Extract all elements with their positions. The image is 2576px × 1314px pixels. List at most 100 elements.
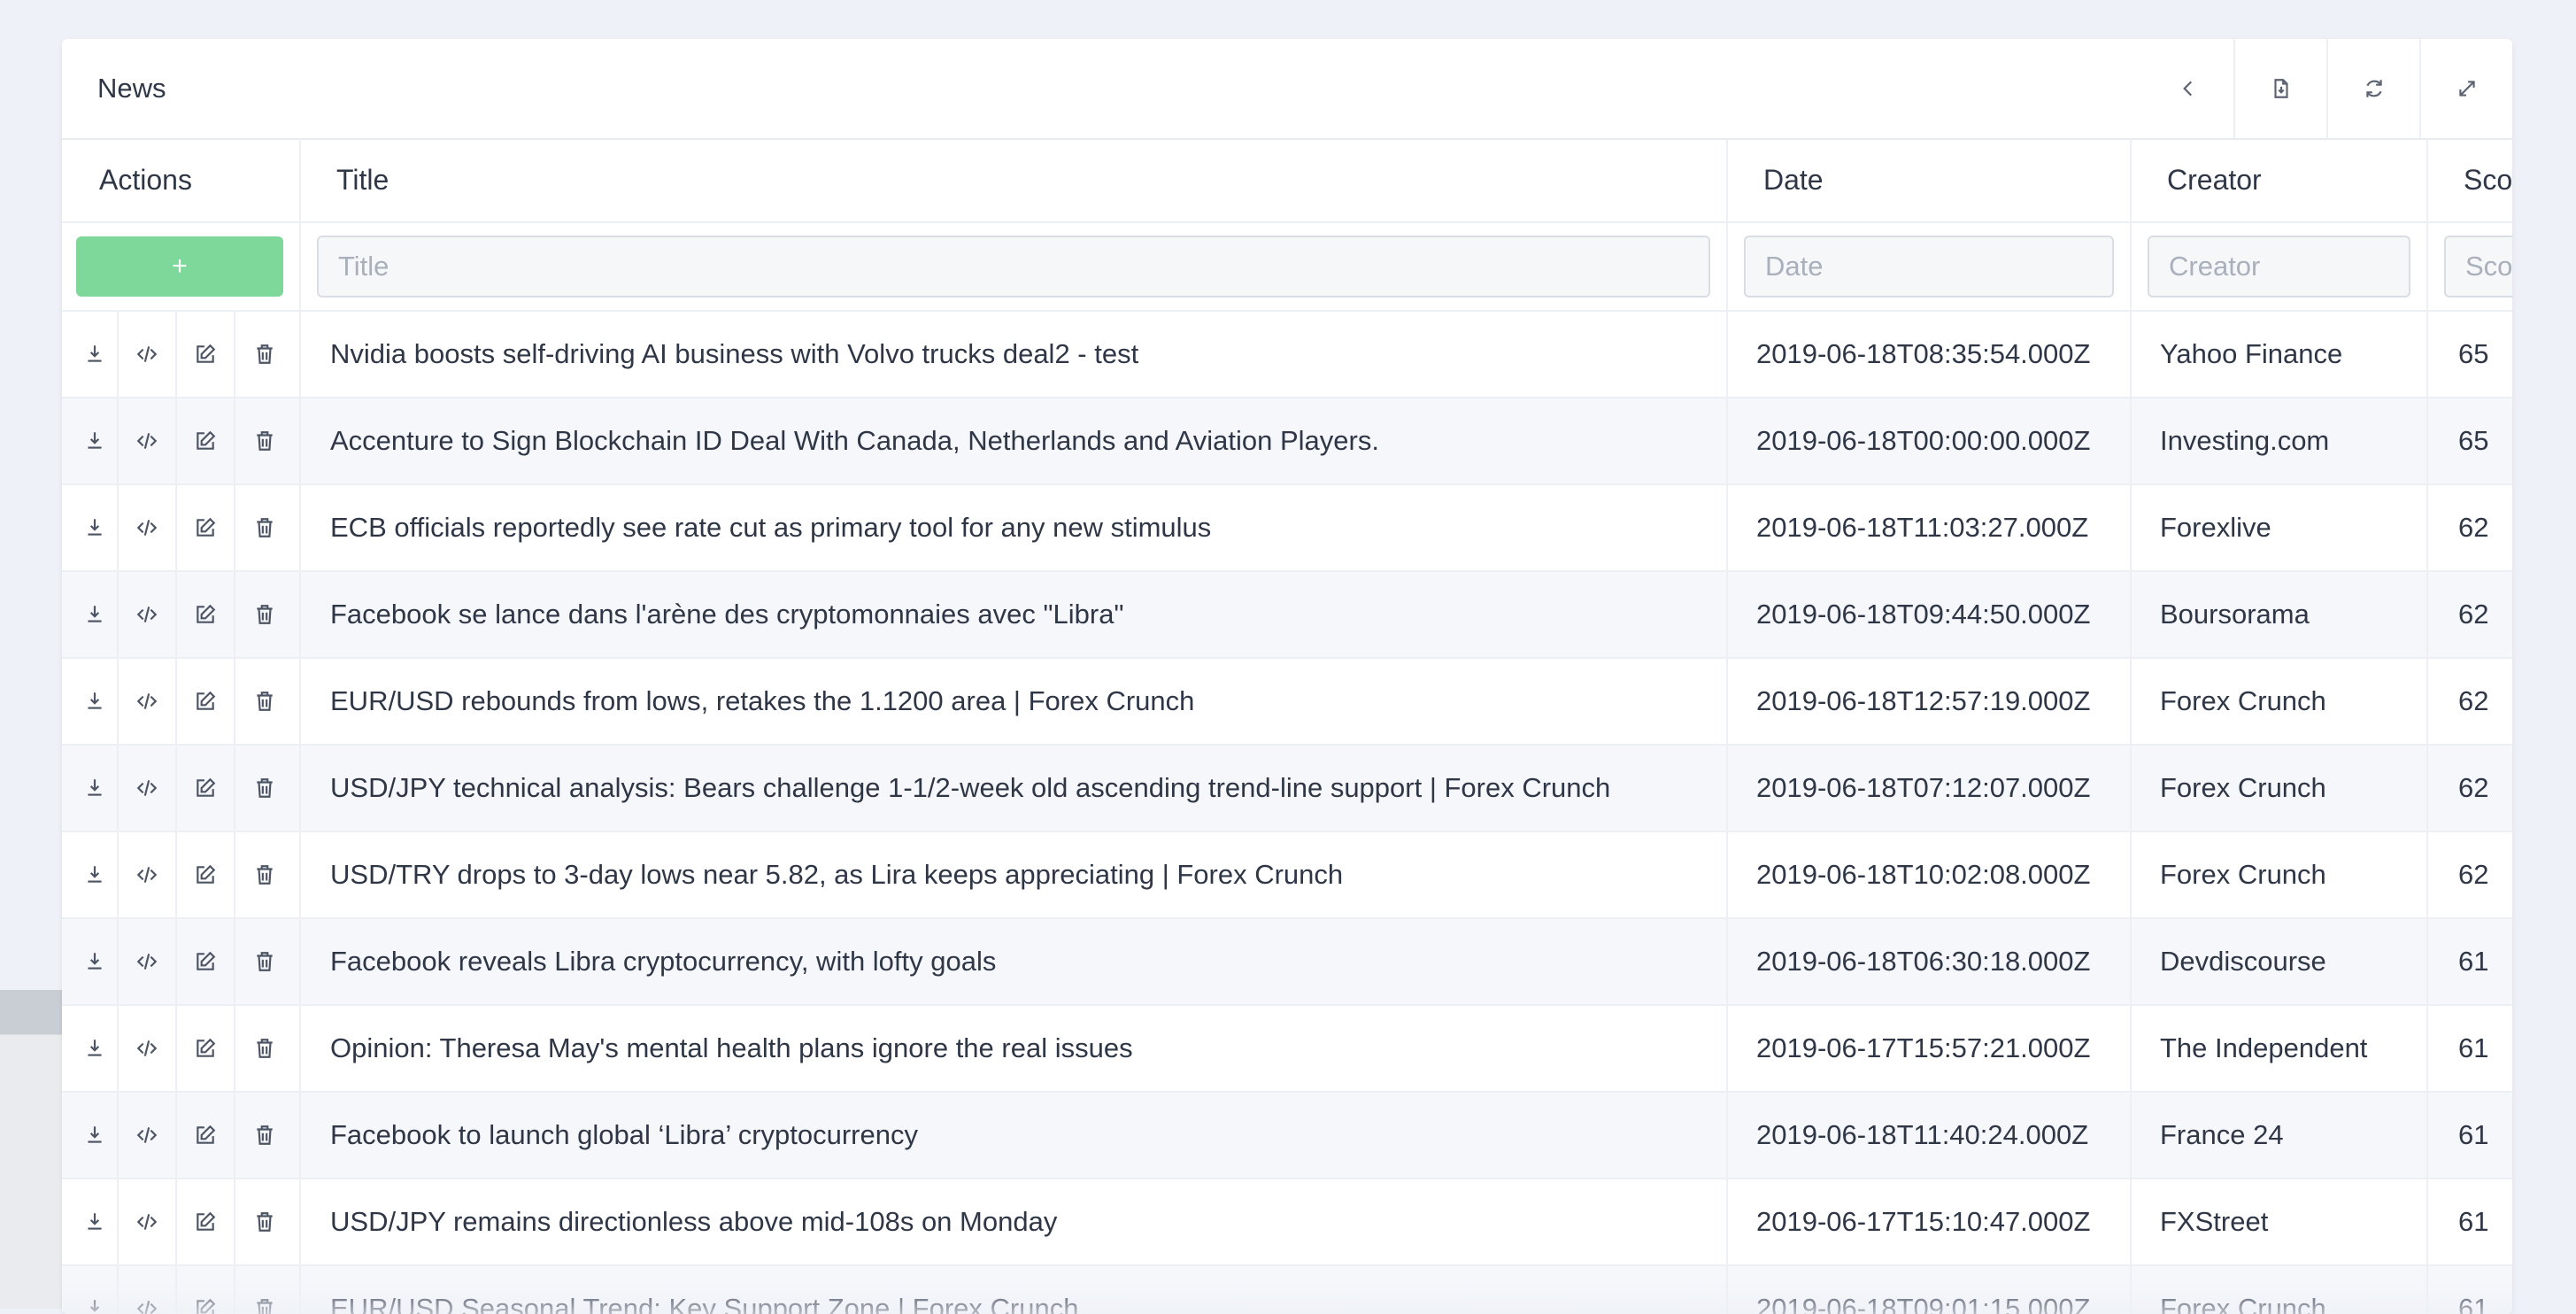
delete-button[interactable] xyxy=(235,1093,294,1178)
delete-button[interactable] xyxy=(235,659,294,744)
download-button[interactable] xyxy=(73,1179,119,1264)
download-button[interactable] xyxy=(73,1006,119,1091)
download-button[interactable] xyxy=(73,398,119,483)
delete-button[interactable] xyxy=(235,832,294,917)
edit-button[interactable] xyxy=(177,572,235,657)
column-header-score[interactable]: Sco xyxy=(2428,138,2512,221)
edit-button[interactable] xyxy=(177,746,235,831)
table-row[interactable]: USD/JPY technical analysis: Bears challe… xyxy=(62,746,2512,832)
view-code-button[interactable] xyxy=(119,1006,177,1091)
download-button[interactable] xyxy=(73,746,119,831)
edit-button[interactable] xyxy=(177,659,235,744)
title-cell[interactable]: EUR/USD Seasonal Trend: Key Support Zone… xyxy=(301,1266,1728,1314)
creator-cell: Forexlive xyxy=(2132,485,2428,570)
title-cell[interactable]: USD/TRY drops to 3-day lows near 5.82, a… xyxy=(301,832,1728,917)
edit-button[interactable] xyxy=(177,832,235,917)
edit-button[interactable] xyxy=(177,1006,235,1091)
view-code-button[interactable] xyxy=(119,746,177,831)
edit-button[interactable] xyxy=(177,1266,235,1314)
view-code-button[interactable] xyxy=(119,572,177,657)
download-button[interactable] xyxy=(73,572,119,657)
download-button[interactable] xyxy=(73,832,119,917)
download-button[interactable] xyxy=(73,1266,119,1314)
table-row[interactable]: ECB officials reportedly see rate cut as… xyxy=(62,485,2512,572)
title-filter-input[interactable] xyxy=(317,236,1710,298)
edit-button[interactable] xyxy=(177,1093,235,1178)
table-row[interactable]: Opinion: Theresa May's mental health pla… xyxy=(62,1006,2512,1093)
table-row[interactable]: Facebook reveals Libra cryptocurrency, w… xyxy=(62,919,2512,1006)
edit-button[interactable] xyxy=(177,919,235,1004)
table-row[interactable]: Facebook se lance dans l'arène des crypt… xyxy=(62,572,2512,659)
view-code-button[interactable] xyxy=(119,1093,177,1178)
trash-icon xyxy=(257,1039,273,1058)
edit-button[interactable] xyxy=(177,1179,235,1264)
download-button[interactable] xyxy=(73,659,119,744)
title-cell[interactable]: EUR/USD rebounds from lows, retakes the … xyxy=(301,659,1728,744)
creator-cell: Forex Crunch xyxy=(2132,832,2428,917)
edit-icon xyxy=(197,604,216,623)
delete-button[interactable] xyxy=(235,746,294,831)
creator-cell: Forex Crunch xyxy=(2132,746,2428,831)
score-cell: 62 xyxy=(2458,772,2489,803)
edit-button[interactable] xyxy=(177,485,235,570)
edit-icon xyxy=(197,517,216,537)
delete-button[interactable] xyxy=(235,398,294,483)
collapse-button[interactable] xyxy=(2142,39,2233,138)
delete-button[interactable] xyxy=(235,572,294,657)
refresh-button[interactable] xyxy=(2326,39,2419,138)
download-button[interactable] xyxy=(73,485,119,570)
edit-icon xyxy=(197,1211,216,1231)
trash-icon xyxy=(257,692,273,711)
view-code-button[interactable] xyxy=(119,919,177,1004)
delete-button[interactable] xyxy=(235,1006,294,1091)
title-cell[interactable]: USD/JPY technical analysis: Bears challe… xyxy=(301,746,1728,831)
delete-button[interactable] xyxy=(235,312,294,397)
title-cell[interactable]: USD/JPY remains directionless above mid-… xyxy=(301,1179,1728,1264)
table-row[interactable]: USD/TRY drops to 3-day lows near 5.82, a… xyxy=(62,832,2512,919)
title-cell[interactable]: Accenture to Sign Blockchain ID Deal Wit… xyxy=(301,398,1728,483)
edit-button[interactable] xyxy=(177,312,235,397)
column-header-date[interactable]: Date xyxy=(1728,138,2132,221)
title-cell[interactable]: Nvidia boosts self-driving AI business w… xyxy=(301,312,1728,397)
creator-filter-input[interactable] xyxy=(2148,236,2410,298)
view-code-button[interactable] xyxy=(119,398,177,483)
trash-icon xyxy=(257,605,273,624)
title-cell[interactable]: Facebook to launch global ‘Libra’ crypto… xyxy=(301,1093,1728,1178)
add-row-button[interactable]: + xyxy=(76,236,283,297)
export-button[interactable] xyxy=(2233,39,2326,138)
delete-button[interactable] xyxy=(235,485,294,570)
view-code-button[interactable] xyxy=(119,312,177,397)
title-cell[interactable]: ECB officials reportedly see rate cut as… xyxy=(301,485,1728,570)
date-cell: 2019-06-18T06:30:18.000Z xyxy=(1728,919,2132,1004)
view-code-button[interactable] xyxy=(119,832,177,917)
delete-button[interactable] xyxy=(235,1179,294,1264)
download-button[interactable] xyxy=(73,312,119,397)
score-filter-input[interactable] xyxy=(2444,236,2512,298)
title-cell[interactable]: Facebook reveals Libra cryptocurrency, w… xyxy=(301,919,1728,1004)
delete-button[interactable] xyxy=(235,1266,294,1314)
expand-button[interactable] xyxy=(2419,39,2512,138)
table-row[interactable]: Nvidia boosts self-driving AI business w… xyxy=(62,312,2512,398)
code-icon xyxy=(136,346,158,362)
table-filter-row: + xyxy=(62,223,2512,312)
title-cell[interactable]: Opinion: Theresa May's mental health pla… xyxy=(301,1006,1728,1091)
title-cell[interactable]: Facebook se lance dans l'arène des crypt… xyxy=(301,572,1728,657)
table-row[interactable]: EUR/USD rebounds from lows, retakes the … xyxy=(62,659,2512,746)
edit-icon xyxy=(197,430,216,450)
delete-button[interactable] xyxy=(235,919,294,1004)
table-row[interactable]: EUR/USD Seasonal Trend: Key Support Zone… xyxy=(62,1266,2512,1314)
view-code-button[interactable] xyxy=(119,485,177,570)
edit-button[interactable] xyxy=(177,398,235,483)
table-row[interactable]: Accenture to Sign Blockchain ID Deal Wit… xyxy=(62,398,2512,485)
view-code-button[interactable] xyxy=(119,1179,177,1264)
column-header-creator[interactable]: Creator xyxy=(2132,138,2428,221)
column-header-title[interactable]: Title xyxy=(301,138,1728,221)
view-code-button[interactable] xyxy=(119,659,177,744)
download-button[interactable] xyxy=(73,1093,119,1178)
table-row[interactable]: USD/JPY remains directionless above mid-… xyxy=(62,1179,2512,1266)
date-filter-input[interactable] xyxy=(1744,236,2114,298)
table-row[interactable]: Facebook to launch global ‘Libra’ crypto… xyxy=(62,1093,2512,1179)
code-icon xyxy=(136,607,158,622)
download-button[interactable] xyxy=(73,919,119,1004)
view-code-button[interactable] xyxy=(119,1266,177,1314)
